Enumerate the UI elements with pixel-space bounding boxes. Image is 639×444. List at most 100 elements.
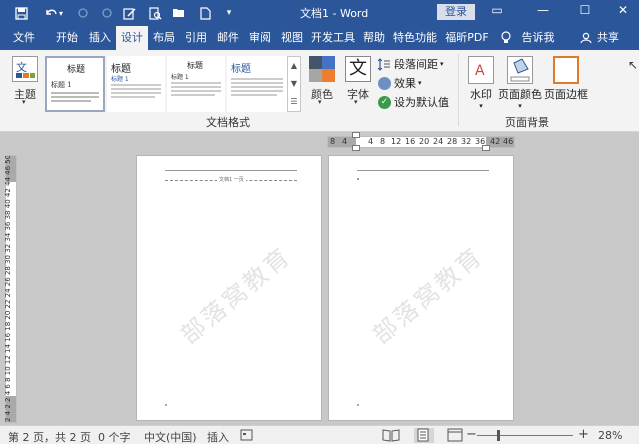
tab-foxit-pdf[interactable]: 福昕PDF [440, 26, 494, 50]
paragraph-spacing-icon [377, 57, 391, 71]
read-mode-icon[interactable] [382, 428, 402, 443]
gallery-scroll-up-icon[interactable]: ▲ [288, 57, 300, 75]
themes-icon[interactable]: 文 [12, 56, 38, 82]
watermark-icon: A [468, 56, 494, 84]
fonts-dropdown-icon[interactable]: ▾ [354, 98, 358, 106]
ruler-tick-label: 4 [342, 137, 348, 146]
right-indent-marker[interactable] [482, 145, 490, 151]
ribbon-cursor-icon: ↖ [628, 58, 639, 72]
gallery-more-icon[interactable]: ☰ [288, 93, 300, 111]
effects-label: 效果 [394, 77, 416, 90]
tab-home[interactable]: 开始 [50, 26, 84, 50]
page-color-button[interactable]: 页面颜色 ▾ [498, 56, 542, 110]
tab-view[interactable]: 视图 [276, 26, 308, 50]
effects-icon [378, 76, 391, 90]
ruler-tick-label: 42 [490, 137, 501, 146]
tab-insert[interactable]: 插入 [84, 26, 116, 50]
close-icon[interactable]: ✕ [610, 3, 636, 17]
undo-dropdown-icon[interactable]: ▾ [56, 4, 66, 22]
document-page-1[interactable]: 文档1 一页 部落窝教育 [136, 155, 322, 421]
fonts-icon[interactable]: 文 [345, 56, 371, 82]
new-document-icon[interactable] [194, 4, 216, 22]
ruler-tick-label: 24 [433, 137, 444, 146]
watermark-text: 部落窝教育 [175, 241, 297, 350]
login-button[interactable]: 登录 [437, 4, 475, 20]
tab-help[interactable]: 帮助 [358, 26, 390, 50]
ruler-tick-label: 16 [405, 137, 416, 146]
colors-dropdown-icon[interactable]: ▾ [318, 98, 322, 106]
tab-developer[interactable]: 开发工具 [308, 26, 358, 50]
gallery-scroll-down-icon[interactable]: ▼ [288, 75, 300, 93]
word-count[interactable]: 0 个字 [98, 429, 131, 444]
style-thumbnail-3[interactable]: 标题 标题 1 [167, 56, 225, 112]
first-line-indent-marker[interactable] [352, 132, 360, 138]
save-icon[interactable] [10, 4, 32, 22]
thumbnail-text-line [231, 82, 283, 84]
colors-palette-icon[interactable] [309, 56, 335, 82]
colors-label[interactable]: 颜色 [311, 86, 333, 102]
tab-references[interactable]: 引用 [180, 26, 212, 50]
share-button[interactable]: 共享 [594, 26, 622, 50]
insert-mode[interactable]: 插入 [207, 429, 229, 444]
page-count[interactable]: 第 2 页，共 2 页 [8, 429, 91, 444]
macro-record-icon[interactable] [240, 429, 253, 444]
tab-special-features[interactable]: 特色功能 [390, 26, 440, 50]
thumbnail-text-line [51, 96, 99, 98]
web-layout-icon[interactable] [446, 428, 466, 443]
print-preview-icon[interactable] [144, 4, 166, 22]
horizontal-ruler-scale[interactable]: 8 4 4 8 12 16 20 24 28 32 36 42 46 [327, 132, 515, 151]
style-thumbnail-2[interactable]: 标题 标题 1 [107, 56, 165, 112]
fonts-label[interactable]: 字体 [347, 86, 369, 102]
tab-review[interactable]: 审阅 [244, 26, 276, 50]
redo-icon[interactable] [72, 4, 94, 22]
left-indent-marker[interactable] [352, 145, 360, 151]
tab-mailings[interactable]: 邮件 [212, 26, 244, 50]
gallery-scrollbar[interactable]: ▲ ▼ ☰ [287, 56, 301, 112]
style-thumbnail-heading: 标题 1 [51, 81, 72, 89]
ruler-tick-label: 20 [419, 137, 430, 146]
thumbnail-text-line [51, 92, 99, 94]
tell-me-search[interactable]: 告诉我 [516, 26, 560, 50]
page-borders-button[interactable]: 页面边框 [544, 56, 588, 102]
header-line [357, 170, 489, 171]
repeat-icon[interactable] [96, 4, 118, 22]
zoom-out-icon[interactable]: − [466, 427, 477, 442]
ruler-tick-label: 28 [447, 137, 458, 146]
style-thumbnail-title: 标题 [67, 65, 86, 75]
set-as-default-button[interactable]: ✓ 设为默认值 [378, 94, 449, 110]
themes-dropdown-icon[interactable]: ▾ [22, 98, 26, 106]
tab-layout[interactable]: 布局 [148, 26, 180, 50]
watermark-label: 水印 [470, 88, 492, 101]
effects-button[interactable]: 效果 ▾ [378, 75, 422, 91]
style-thumbnail-1[interactable]: 标题 标题 1 [45, 56, 105, 112]
tab-file[interactable]: 文件 [6, 26, 42, 50]
document-page-2[interactable]: 部落窝教育 [328, 155, 514, 421]
thumbnail-text-line [111, 96, 155, 98]
ruler-tick-label: 8 [380, 137, 386, 146]
zoom-level[interactable]: 28% [598, 429, 622, 442]
ribbon-display-icon[interactable]: ▭ [484, 3, 510, 17]
thumbnail-text-line [111, 84, 161, 86]
customize-toolbar-icon[interactable]: ▾ [218, 4, 240, 22]
vertical-ruler[interactable]: 2 4 2 2 4 6 8 10 12 14 16 18 20 22 24 26… [4, 155, 17, 423]
share-person-icon[interactable] [578, 26, 594, 50]
edit-icon[interactable] [118, 4, 140, 22]
thumbnail-text-line [171, 86, 221, 88]
print-layout-icon[interactable] [414, 428, 434, 443]
watermark-button[interactable]: A 水印 ▾ [466, 56, 496, 110]
zoom-slider-handle[interactable] [497, 430, 500, 441]
tab-design[interactable]: 设计 [116, 26, 148, 50]
effects-dropdown-icon: ▾ [418, 79, 422, 87]
lightbulb-icon[interactable] [498, 26, 514, 50]
paragraph-spacing-label: 段落间距 [394, 58, 438, 71]
language-indicator[interactable]: 中文(中国) [144, 429, 197, 444]
paragraph-spacing-button[interactable]: 段落间距 ▾ [377, 56, 444, 72]
zoom-in-icon[interactable]: + [578, 427, 589, 442]
svg-text:A: A [475, 63, 485, 79]
header-text: 文档1 一页 [217, 176, 246, 183]
style-thumbnail-4[interactable]: 标题 [227, 56, 287, 112]
maximize-icon[interactable]: ☐ [572, 3, 598, 17]
minimize-icon[interactable]: — [530, 3, 556, 17]
zoom-slider[interactable] [477, 435, 573, 436]
open-folder-icon[interactable] [168, 4, 190, 22]
